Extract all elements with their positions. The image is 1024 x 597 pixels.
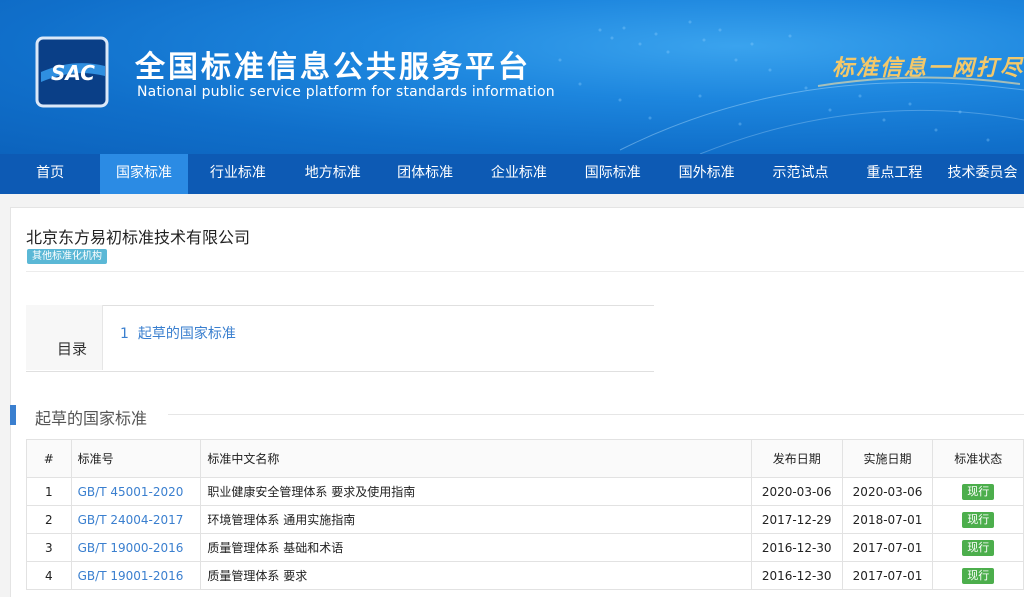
- logo-text: SAC: [51, 61, 95, 85]
- nav-item-international-standards[interactable]: 国际标准: [565, 154, 660, 194]
- nav-item-industry-standards[interactable]: 行业标准: [188, 154, 288, 194]
- header-banner: SAC 全国标准信息公共服务平台 National public service…: [0, 0, 1024, 154]
- toc-item-number: 1: [120, 326, 129, 342]
- table-row: 4 GB/T 19001-2016 质量管理体系 要求 2016-12-30 2…: [26, 561, 1024, 590]
- publish-date: 2016-12-30: [750, 561, 843, 590]
- row-index: 2: [26, 505, 72, 534]
- nav-item-technical-committees[interactable]: 技术委员会: [941, 154, 1024, 194]
- col-header-status[interactable]: 标准状态: [932, 439, 1024, 478]
- standard-code-link[interactable]: GB/T 19001-2016: [78, 569, 184, 583]
- implement-date: 2017-07-01: [841, 561, 934, 590]
- table-row: 1 GB/T 45001-2020 职业健康安全管理体系 要求及使用指南 202…: [26, 477, 1024, 506]
- toc-item-label: 起草的国家标准: [137, 326, 236, 342]
- standard-name: 质量管理体系 基础和术语: [200, 533, 752, 562]
- nav-item-demonstration[interactable]: 示范试点: [753, 154, 848, 194]
- implement-date: 2017-07-01: [841, 533, 934, 562]
- implement-date: 2018-07-01: [841, 505, 934, 534]
- row-index: 1: [26, 477, 72, 506]
- section-divider: [168, 414, 1024, 415]
- col-header-implement-date[interactable]: 实施日期: [841, 439, 934, 478]
- publish-date: 2016-12-30: [750, 533, 843, 562]
- divider: [26, 271, 1024, 272]
- standard-code-link[interactable]: GB/T 24004-2017: [78, 513, 184, 527]
- site-title: 全国标准信息公共服务平台: [135, 50, 531, 85]
- table-row: 3 GB/T 19000-2016 质量管理体系 基础和术语 2016-12-3…: [26, 533, 1024, 562]
- toc-label: 目录: [57, 340, 88, 358]
- nav-item-local-standards[interactable]: 地方标准: [288, 154, 377, 194]
- status-badge: 现行: [962, 483, 995, 500]
- nav-item-enterprise-standards[interactable]: 企业标准: [473, 154, 565, 194]
- org-name: 北京东方易初标准技术有限公司: [26, 228, 251, 247]
- toc-item[interactable]: 1 起草的国家标准: [120, 323, 236, 343]
- section-marker: [10, 405, 16, 425]
- table-row: 2 GB/T 24004-2017 环境管理体系 通用实施指南 2017-12-…: [26, 505, 1024, 534]
- site-subtitle: National public service platform for sta…: [137, 84, 555, 100]
- implement-date: 2020-03-06: [841, 477, 934, 506]
- standard-code-link[interactable]: GB/T 19000-2016: [78, 541, 184, 555]
- row-index: 3: [26, 533, 72, 562]
- status-badge: 现行: [962, 539, 995, 556]
- table-header-row: # 标准号 标准中文名称 发布日期 实施日期 标准状态: [26, 439, 1024, 478]
- main-nav: 首页 国家标准 行业标准 地方标准 团体标准 企业标准 国际标准 国外标准 示范…: [0, 154, 1024, 194]
- standard-code-link[interactable]: GB/T 45001-2020: [78, 485, 184, 499]
- standard-name: 职业健康安全管理体系 要求及使用指南: [200, 477, 752, 506]
- nav-item-group-standards[interactable]: 团体标准: [377, 154, 472, 194]
- publish-date: 2017-12-29: [750, 505, 843, 534]
- nav-item-national-standards[interactable]: 国家标准: [100, 154, 188, 194]
- row-index: 4: [26, 561, 72, 590]
- col-header-name[interactable]: 标准中文名称: [200, 439, 752, 478]
- nav-item-foreign-standards[interactable]: 国外标准: [660, 154, 752, 194]
- org-type-badge: 其他标准化机构: [27, 249, 107, 264]
- status-badge: 现行: [962, 511, 995, 528]
- nav-item-key-projects[interactable]: 重点工程: [848, 154, 940, 194]
- publish-date: 2020-03-06: [750, 477, 843, 506]
- col-header-code[interactable]: 标准号: [70, 439, 202, 478]
- standards-table: # 标准号 标准中文名称 发布日期 实施日期 标准状态 1 GB/T 45001…: [26, 439, 1024, 590]
- col-header-index: #: [26, 439, 72, 478]
- sac-logo: SAC: [35, 36, 109, 108]
- section-title: 起草的国家标准: [35, 409, 148, 428]
- status-badge: 现行: [962, 567, 995, 584]
- standard-name: 环境管理体系 通用实施指南: [200, 505, 752, 534]
- col-header-publish-date[interactable]: 发布日期: [750, 439, 843, 478]
- toc-label-box: 目录: [26, 305, 103, 370]
- nav-item-home[interactable]: 首页: [0, 154, 100, 194]
- slogan: 标准信息一网打尽: [832, 55, 1024, 81]
- standard-name: 质量管理体系 要求: [200, 561, 752, 590]
